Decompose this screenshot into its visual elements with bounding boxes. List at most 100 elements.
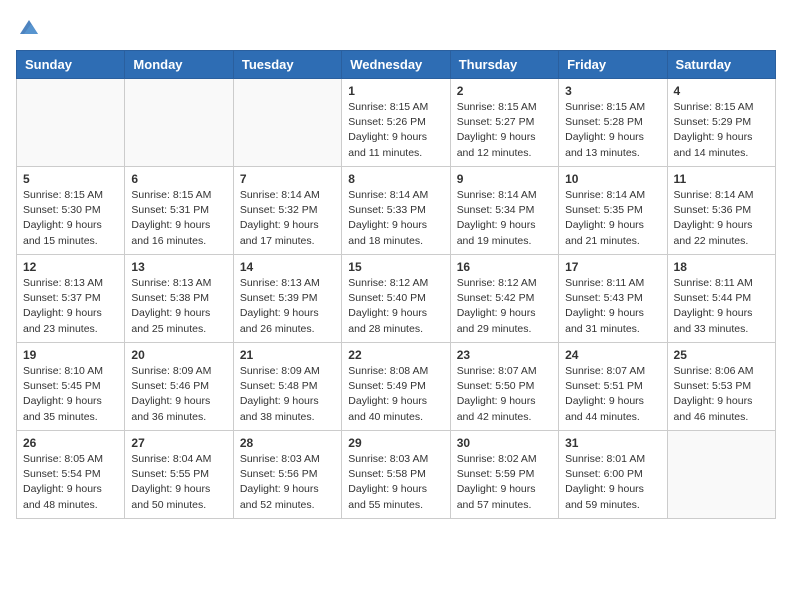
day-number: 3 (565, 84, 660, 98)
calendar-cell: 15 Sunrise: 8:12 AMSunset: 5:40 PMDayligh… (342, 255, 450, 343)
day-number: 20 (131, 348, 226, 362)
day-number: 12 (23, 260, 118, 274)
day-number: 27 (131, 436, 226, 450)
day-number: 23 (457, 348, 552, 362)
day-number: 26 (23, 436, 118, 450)
calendar-cell (667, 431, 775, 519)
calendar-cell: 22 Sunrise: 8:08 AMSunset: 5:49 PMDayligh… (342, 343, 450, 431)
calendar-cell: 12 Sunrise: 8:13 AMSunset: 5:37 PMDayligh… (17, 255, 125, 343)
day-number: 6 (131, 172, 226, 186)
day-info: Sunrise: 8:12 AMSunset: 5:42 PMDaylight:… (457, 276, 552, 337)
day-number: 17 (565, 260, 660, 274)
calendar-cell: 31 Sunrise: 8:01 AMSunset: 6:00 PMDayligh… (559, 431, 667, 519)
calendar-table: SundayMondayTuesdayWednesdayThursdayFrid… (16, 50, 776, 519)
day-info: Sunrise: 8:14 AMSunset: 5:36 PMDaylight:… (674, 188, 769, 249)
calendar-cell: 30Sunrise: 8:02 AMSunset: 5:59 PMDayligh… (450, 431, 558, 519)
calendar-cell: 16 Sunrise: 8:12 AMSunset: 5:42 PMDayligh… (450, 255, 558, 343)
day-number: 10 (565, 172, 660, 186)
calendar-header-wednesday: Wednesday (342, 51, 450, 79)
day-info: Sunrise: 8:09 AMSunset: 5:46 PMDaylight:… (131, 364, 226, 425)
day-number: 28 (240, 436, 335, 450)
day-number: 7 (240, 172, 335, 186)
calendar-cell: 18 Sunrise: 8:11 AMSunset: 5:44 PMDayligh… (667, 255, 775, 343)
calendar-cell: 4Sunrise: 8:15 AMSunset: 5:29 PMDaylight… (667, 79, 775, 167)
calendar-header-monday: Monday (125, 51, 233, 79)
calendar-cell: 3Sunrise: 8:15 AMSunset: 5:28 PMDaylight… (559, 79, 667, 167)
day-number: 24 (565, 348, 660, 362)
calendar-header-friday: Friday (559, 51, 667, 79)
calendar-cell: 24 Sunrise: 8:07 AMSunset: 5:51 PMDayligh… (559, 343, 667, 431)
day-number: 21 (240, 348, 335, 362)
week-row-1: 1 Sunrise: 8:15 AMSunset: 5:26 PMDaylight… (17, 79, 776, 167)
calendar-cell: 6 Sunrise: 8:15 AMSunset: 5:31 PMDaylight… (125, 167, 233, 255)
calendar-cell: 8 Sunrise: 8:14 AMSunset: 5:33 PMDaylight… (342, 167, 450, 255)
calendar-cell (125, 79, 233, 167)
day-info: Sunrise: 8:15 AMSunset: 5:26 PMDaylight:… (348, 100, 443, 161)
day-info: Sunrise: 8:14 AMSunset: 5:33 PMDaylight:… (348, 188, 443, 249)
calendar-cell: 9Sunrise: 8:14 AMSunset: 5:34 PMDaylight… (450, 167, 558, 255)
page-header (16, 16, 776, 38)
day-info: Sunrise: 8:10 AMSunset: 5:45 PMDaylight:… (23, 364, 118, 425)
calendar-cell: 11Sunrise: 8:14 AMSunset: 5:36 PMDayligh… (667, 167, 775, 255)
day-number: 29 (348, 436, 443, 450)
day-number: 22 (348, 348, 443, 362)
day-number: 31 (565, 436, 660, 450)
day-info: Sunrise: 8:06 AMSunset: 5:53 PMDaylight:… (674, 364, 769, 425)
logo-icon (18, 16, 40, 38)
calendar-header-row: SundayMondayTuesdayWednesdayThursdayFrid… (17, 51, 776, 79)
day-info: Sunrise: 8:13 AMSunset: 5:37 PMDaylight:… (23, 276, 118, 337)
calendar-cell: 19 Sunrise: 8:10 AMSunset: 5:45 PMDayligh… (17, 343, 125, 431)
day-number: 4 (674, 84, 769, 98)
calendar-cell: 29 Sunrise: 8:03 AMSunset: 5:58 PMDayligh… (342, 431, 450, 519)
calendar-cell: 17Sunrise: 8:11 AMSunset: 5:43 PMDayligh… (559, 255, 667, 343)
day-info: Sunrise: 8:15 AMSunset: 5:31 PMDaylight:… (131, 188, 226, 249)
calendar-cell: 28 Sunrise: 8:03 AMSunset: 5:56 PMDayligh… (233, 431, 341, 519)
week-row-3: 12 Sunrise: 8:13 AMSunset: 5:37 PMDayligh… (17, 255, 776, 343)
day-info: Sunrise: 8:07 AMSunset: 5:51 PMDaylight:… (565, 364, 660, 425)
day-info: Sunrise: 8:11 AMSunset: 5:44 PMDaylight:… (674, 276, 769, 337)
day-number: 5 (23, 172, 118, 186)
calendar-cell (233, 79, 341, 167)
calendar-cell: 7 Sunrise: 8:14 AMSunset: 5:32 PMDaylight… (233, 167, 341, 255)
calendar-cell: 23 Sunrise: 8:07 AMSunset: 5:50 PMDayligh… (450, 343, 558, 431)
calendar-cell: 27 Sunrise: 8:04 AMSunset: 5:55 PMDayligh… (125, 431, 233, 519)
calendar-cell: 5Sunrise: 8:15 AMSunset: 5:30 PMDaylight… (17, 167, 125, 255)
calendar-header-thursday: Thursday (450, 51, 558, 79)
day-info: Sunrise: 8:13 AMSunset: 5:39 PMDaylight:… (240, 276, 335, 337)
calendar-cell: 14 Sunrise: 8:13 AMSunset: 5:39 PMDayligh… (233, 255, 341, 343)
calendar-cell: 2Sunrise: 8:15 AMSunset: 5:27 PMDaylight… (450, 79, 558, 167)
calendar-header-saturday: Saturday (667, 51, 775, 79)
day-info: Sunrise: 8:09 AMSunset: 5:48 PMDaylight:… (240, 364, 335, 425)
day-number: 8 (348, 172, 443, 186)
day-number: 19 (23, 348, 118, 362)
day-info: Sunrise: 8:01 AMSunset: 6:00 PMDaylight:… (565, 452, 660, 513)
day-number: 14 (240, 260, 335, 274)
calendar-cell: 1 Sunrise: 8:15 AMSunset: 5:26 PMDaylight… (342, 79, 450, 167)
day-info: Sunrise: 8:04 AMSunset: 5:55 PMDaylight:… (131, 452, 226, 513)
calendar-header-tuesday: Tuesday (233, 51, 341, 79)
day-number: 16 (457, 260, 552, 274)
day-number: 15 (348, 260, 443, 274)
week-row-4: 19 Sunrise: 8:10 AMSunset: 5:45 PMDayligh… (17, 343, 776, 431)
calendar-cell: 10 Sunrise: 8:14 AMSunset: 5:35 PMDayligh… (559, 167, 667, 255)
day-info: Sunrise: 8:08 AMSunset: 5:49 PMDaylight:… (348, 364, 443, 425)
calendar-cell: 26Sunrise: 8:05 AMSunset: 5:54 PMDayligh… (17, 431, 125, 519)
day-info: Sunrise: 8:03 AMSunset: 5:56 PMDaylight:… (240, 452, 335, 513)
day-info: Sunrise: 8:07 AMSunset: 5:50 PMDaylight:… (457, 364, 552, 425)
day-number: 18 (674, 260, 769, 274)
day-info: Sunrise: 8:14 AMSunset: 5:32 PMDaylight:… (240, 188, 335, 249)
day-info: Sunrise: 8:12 AMSunset: 5:40 PMDaylight:… (348, 276, 443, 337)
day-number: 9 (457, 172, 552, 186)
week-row-5: 26Sunrise: 8:05 AMSunset: 5:54 PMDayligh… (17, 431, 776, 519)
day-info: Sunrise: 8:03 AMSunset: 5:58 PMDaylight:… (348, 452, 443, 513)
calendar-cell: 20 Sunrise: 8:09 AMSunset: 5:46 PMDayligh… (125, 343, 233, 431)
day-info: Sunrise: 8:15 AMSunset: 5:27 PMDaylight:… (457, 100, 552, 161)
calendar-cell (17, 79, 125, 167)
calendar-header-sunday: Sunday (17, 51, 125, 79)
week-row-2: 5Sunrise: 8:15 AMSunset: 5:30 PMDaylight… (17, 167, 776, 255)
day-info: Sunrise: 8:02 AMSunset: 5:59 PMDaylight:… (457, 452, 552, 513)
day-number: 1 (348, 84, 443, 98)
day-number: 13 (131, 260, 226, 274)
day-info: Sunrise: 8:13 AMSunset: 5:38 PMDaylight:… (131, 276, 226, 337)
day-info: Sunrise: 8:14 AMSunset: 5:35 PMDaylight:… (565, 188, 660, 249)
